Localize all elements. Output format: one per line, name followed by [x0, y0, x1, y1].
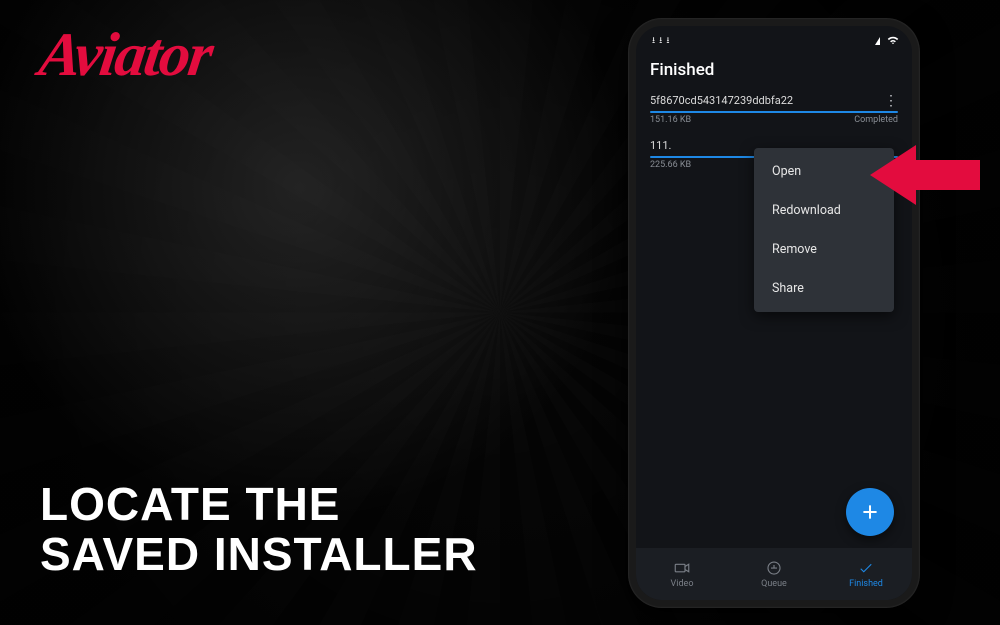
dl-down-icon: ⭳: [659, 33, 662, 49]
menu-item-share[interactable]: Share: [754, 269, 894, 308]
caption-line-2: SAVED INSTALLER: [40, 529, 478, 580]
bottom-nav: Video Queue Finished: [636, 548, 912, 600]
kebab-icon[interactable]: ⋮: [884, 96, 898, 106]
progress-bar: [650, 111, 898, 113]
nav-label: Video: [671, 579, 694, 589]
callout-arrow-icon: [870, 140, 980, 210]
nav-item-video[interactable]: Video: [636, 548, 728, 600]
download-item[interactable]: 5f8670cd543147239ddbfa22 ⋮ 151.16 KB Com…: [636, 90, 912, 135]
dl-down-icon: ⭳: [652, 33, 655, 49]
nav-label: Finished: [849, 579, 883, 589]
video-icon: [673, 559, 691, 577]
caption-line-1: LOCATE THE: [40, 479, 478, 530]
status-left: ⭳ ⭳ ⭳: [648, 33, 669, 49]
plus-icon: [860, 502, 880, 522]
download-name: 111.: [650, 139, 671, 152]
menu-item-remove[interactable]: Remove: [754, 230, 894, 269]
page-title: Finished: [636, 52, 912, 90]
status-right: [875, 34, 900, 48]
caption-text: LOCATE THE SAVED INSTALLER: [40, 479, 478, 580]
add-button[interactable]: [846, 488, 894, 536]
download-size: 225.66 KB: [650, 160, 691, 170]
brand-logo: Aviator: [35, 20, 216, 91]
phone-screen: ⭳ ⭳ ⭳ Finished 5f8670cd543147239ddbfa22 …: [636, 26, 912, 600]
queue-icon: [765, 559, 783, 577]
download-status: Completed: [854, 115, 898, 125]
signal-icon: [875, 37, 880, 45]
wifi-icon: [886, 34, 900, 48]
download-size: 151.16 KB: [650, 115, 691, 125]
nav-label: Queue: [761, 579, 787, 589]
download-name: 5f8670cd543147239ddbfa22: [650, 94, 793, 107]
status-bar: ⭳ ⭳ ⭳: [636, 26, 912, 52]
nav-item-finished[interactable]: Finished: [820, 548, 912, 600]
dl-down-icon: ⭳: [666, 33, 669, 49]
check-icon: [857, 559, 875, 577]
phone-frame: ⭳ ⭳ ⭳ Finished 5f8670cd543147239ddbfa22 …: [628, 18, 920, 608]
nav-item-queue[interactable]: Queue: [728, 548, 820, 600]
